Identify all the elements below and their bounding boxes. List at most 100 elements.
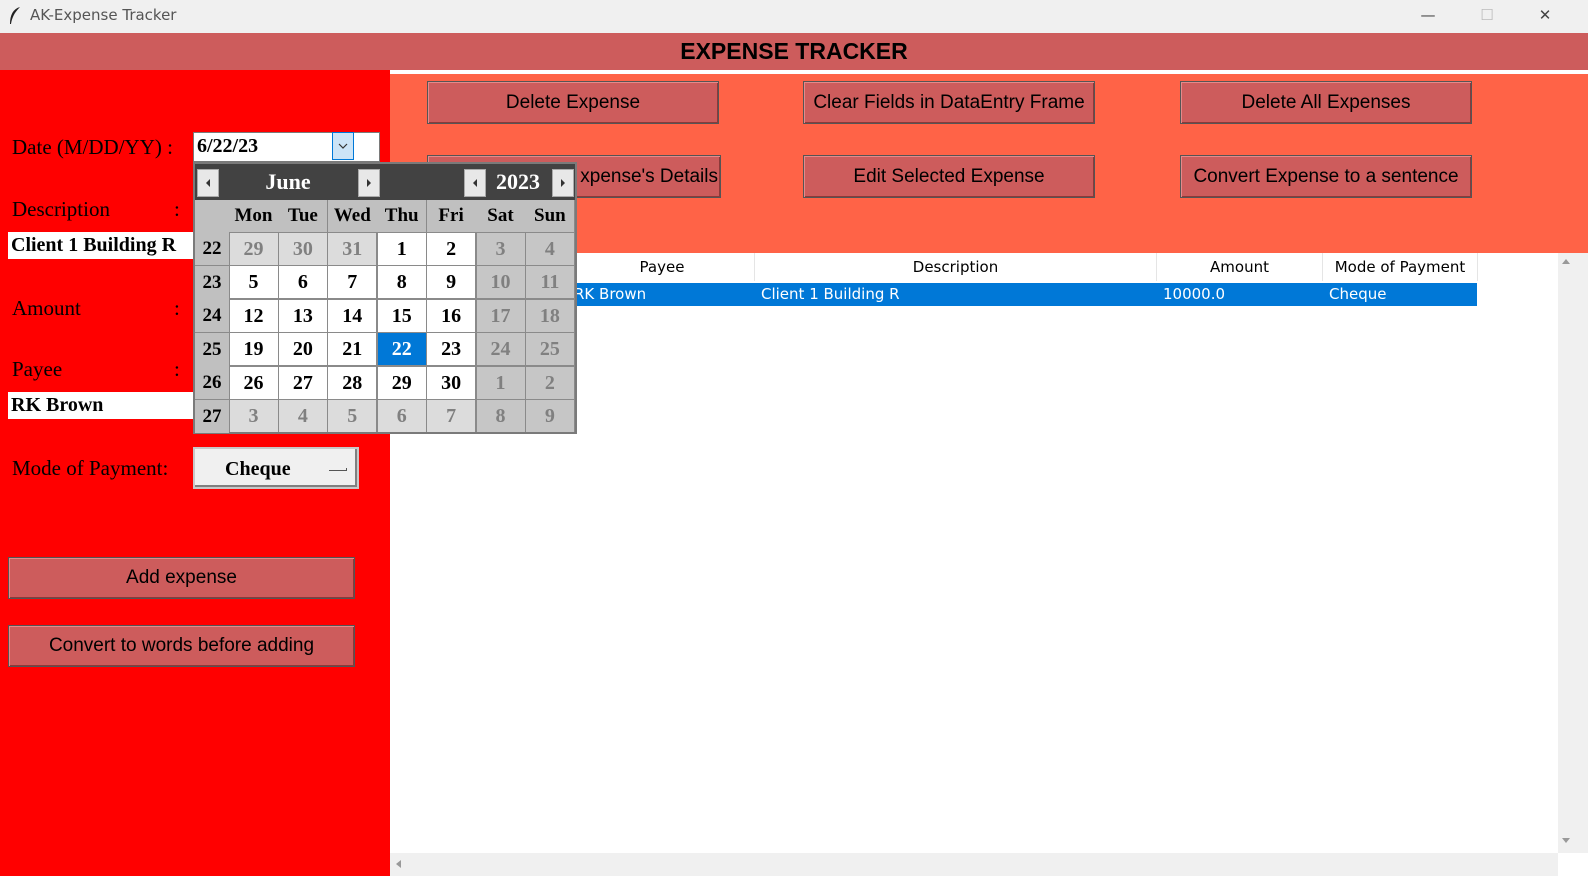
mode-of-payment-label: Mode of Payment: <box>12 456 169 480</box>
chevron-left-icon <box>206 179 210 187</box>
calendar-week-number: 26 <box>195 366 229 399</box>
horizontal-scrollbar[interactable] <box>390 853 1558 876</box>
close-button[interactable]: ✕ <box>1522 0 1568 30</box>
edit-selected-expense-button[interactable]: Edit Selected Expense <box>803 155 1095 198</box>
date-value: 6/22/23 <box>197 135 259 157</box>
calendar-day[interactable]: 29 <box>229 232 278 265</box>
calendar-day[interactable]: 22 <box>377 333 426 365</box>
prev-month-button[interactable] <box>197 169 219 197</box>
calendar-day[interactable]: 8 <box>476 400 525 432</box>
minimize-button[interactable]: — <box>1405 0 1451 30</box>
calendar-year: 2023 <box>496 169 540 194</box>
calendar-day[interactable]: 13 <box>278 299 327 332</box>
calendar-week-number: 23 <box>195 265 229 299</box>
calendar-day[interactable]: 15 <box>377 299 426 332</box>
add-expense-button[interactable]: Add expense <box>8 557 355 599</box>
calendar-day[interactable]: 21 <box>328 333 377 365</box>
calendar-day[interactable]: 7 <box>427 400 476 432</box>
prev-year-button[interactable] <box>464 169 486 197</box>
column-header-description[interactable]: Description <box>755 253 1157 281</box>
calendar-day[interactable]: 17 <box>476 299 525 332</box>
calendar-day[interactable]: 28 <box>328 366 377 399</box>
next-year-button[interactable] <box>552 169 574 197</box>
calendar-day[interactable]: 5 <box>328 400 377 432</box>
calendar-day[interactable]: 4 <box>278 400 327 432</box>
calendar-header: June 2023 <box>195 164 575 200</box>
cell-amount: 10000.0 <box>1163 285 1226 303</box>
calendar-day[interactable]: 7 <box>328 266 377 298</box>
calendar-day[interactable]: 20 <box>278 333 327 365</box>
calendar-day[interactable]: 3 <box>229 400 278 432</box>
calendar-day[interactable]: 2 <box>427 232 476 265</box>
maximize-button[interactable]: ☐ <box>1464 0 1510 30</box>
chevron-left-icon <box>473 179 477 187</box>
date-dropdown-button[interactable] <box>332 132 354 160</box>
calendar-day[interactable]: 9 <box>427 266 476 298</box>
window-title: AK-Expense Tracker <box>30 6 177 24</box>
calendar-day[interactable]: 12 <box>229 299 278 332</box>
calendar-day[interactable]: 6 <box>377 400 426 432</box>
calendar-week-number: 27 <box>195 399 229 433</box>
calendar-day[interactable]: 16 <box>427 299 476 332</box>
chevron-right-icon <box>367 179 371 187</box>
description-label: Description <box>12 197 110 221</box>
payee-colon: : <box>174 357 180 381</box>
calendar-weekday: Thu <box>377 200 427 232</box>
calendar-day[interactable]: 30 <box>278 232 327 265</box>
delete-expense-button[interactable]: Delete Expense <box>427 81 719 124</box>
calendar-week-number: 22 <box>195 232 229 265</box>
calendar-day[interactable]: 1 <box>476 366 525 399</box>
delete-all-expenses-button[interactable]: Delete All Expenses <box>1180 81 1472 124</box>
calendar-day[interactable]: 5 <box>229 266 278 298</box>
calendar-day[interactable]: 2 <box>525 366 574 399</box>
scroll-up-icon[interactable] <box>1561 257 1571 265</box>
calendar-day[interactable]: 31 <box>328 232 377 265</box>
description-field[interactable]: Client 1 Building R <box>8 232 197 259</box>
calendar-day[interactable]: 27 <box>278 366 327 399</box>
calendar-day[interactable]: 23 <box>427 333 476 365</box>
calendar-corner <box>195 200 229 232</box>
date-picker-popup: June 2023 Mon Tue Wed Thu Fri Sat Sun 22 29 30 31 1… <box>193 162 577 434</box>
description-colon: : <box>174 197 180 221</box>
calendar-day[interactable]: 8 <box>377 266 426 298</box>
mode-of-payment-select[interactable]: Cheque <box>193 447 359 489</box>
page-title: EXPENSE TRACKER <box>0 33 1588 70</box>
title-bar <box>0 0 1588 33</box>
column-header-mode-of-payment[interactable]: Mode of Payment <box>1323 253 1478 281</box>
calendar-day[interactable]: 19 <box>229 333 278 365</box>
calendar-weekday: Fri <box>426 200 476 232</box>
calendar-day[interactable]: 9 <box>525 400 574 432</box>
column-header-amount[interactable]: Amount <box>1157 253 1323 281</box>
calendar-week-number: 25 <box>195 332 229 366</box>
mode-of-payment-value: Cheque <box>225 458 291 480</box>
calendar-day[interactable]: 18 <box>525 299 574 332</box>
calendar-day[interactable]: 29 <box>377 366 426 399</box>
vertical-scrollbar[interactable] <box>1558 253 1588 853</box>
calendar-day[interactable]: 14 <box>328 299 377 332</box>
calendar-day[interactable]: 10 <box>476 266 525 298</box>
calendar-day[interactable]: 24 <box>476 333 525 365</box>
calendar-day[interactable]: 26 <box>229 366 278 399</box>
chevron-down-icon <box>338 143 348 149</box>
calendar-day[interactable]: 30 <box>427 366 476 399</box>
option-menu-indicator <box>329 468 347 471</box>
calendar-month: June <box>265 169 311 194</box>
cell-description: Client 1 Building R <box>761 285 900 303</box>
clear-fields-button[interactable]: Clear Fields in DataEntry Frame <box>803 81 1095 124</box>
calendar-day[interactable]: 3 <box>476 232 525 265</box>
calendar-day[interactable]: 6 <box>278 266 327 298</box>
calendar-weekday: Wed <box>327 200 377 232</box>
column-header-payee[interactable]: Payee <box>570 253 755 281</box>
date-label: Date (M/DD/YY) : <box>12 135 173 159</box>
calendar-day[interactable]: 25 <box>525 333 574 365</box>
convert-expense-sentence-button[interactable]: Convert Expense to a sentence <box>1180 155 1472 198</box>
calendar-day[interactable]: 11 <box>525 266 574 298</box>
calendar-day[interactable]: 4 <box>525 232 574 265</box>
scroll-down-icon[interactable] <box>1561 837 1571 845</box>
convert-to-words-button[interactable]: Convert to words before adding <box>8 625 355 667</box>
next-month-button[interactable] <box>358 169 380 197</box>
calendar-day[interactable]: 1 <box>377 232 426 265</box>
payee-field[interactable]: RK Brown <box>8 392 197 419</box>
scroll-left-icon[interactable] <box>394 859 402 869</box>
cell-payee: RK Brown <box>574 285 647 303</box>
